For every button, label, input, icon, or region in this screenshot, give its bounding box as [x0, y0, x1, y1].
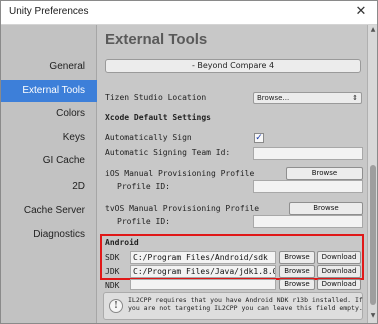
ndk-help-box: ! IL2CPP requires that you have Android …: [103, 292, 363, 320]
xcode-section-heading: Xcode Default Settings: [105, 113, 211, 122]
scrollbar-thumb[interactable]: [370, 165, 376, 305]
scroll-down-icon[interactable]: ▼: [368, 311, 378, 321]
sidebar-item-colors[interactable]: Colors: [1, 103, 97, 125]
close-icon[interactable]: ✕: [353, 4, 369, 20]
page-title: External Tools: [105, 31, 208, 48]
ndk-browse-button[interactable]: Browse: [279, 279, 315, 290]
sidebar-item-diagnostics[interactable]: Diagnostics: [1, 224, 97, 246]
preferences-window: Unity Preferences ✕ General External Too…: [0, 0, 378, 324]
team-id-field[interactable]: [253, 147, 363, 160]
ndk-help-text: IL2CPP requires that you have Android ND…: [128, 296, 363, 312]
team-id-label: Automatic Signing Team Id:: [105, 148, 231, 157]
external-tools-panel: External Tools - Beyond Compare 4 Tizen …: [97, 25, 367, 323]
auto-sign-label: Automatically Sign: [105, 133, 192, 142]
sidebar-item-general[interactable]: General: [1, 56, 97, 78]
android-highlight-box: [100, 234, 364, 280]
updown-arrow-icon: ⇕: [352, 94, 358, 102]
ndk-label: NDK: [105, 281, 120, 290]
tizen-location-label: Tizen Studio Location: [105, 93, 207, 102]
ios-profile-label: iOS Manual Provisioning Profile: [105, 169, 255, 178]
ios-profile-id-label: Profile ID:: [117, 182, 170, 191]
sidebar-item-external-tools[interactable]: External Tools: [1, 80, 97, 102]
tvos-profile-id-field[interactable]: [253, 215, 363, 228]
tvos-profile-browse-button[interactable]: Browse: [289, 202, 363, 215]
sidebar-item-cache-server[interactable]: Cache Server: [1, 200, 97, 222]
ndk-path-field[interactable]: [130, 279, 276, 290]
ios-profile-id-field[interactable]: [253, 180, 363, 193]
sidebar-item-2d[interactable]: 2D: [1, 176, 97, 198]
tvos-profile-label: tvOS Manual Provisioning Profile: [105, 204, 260, 213]
ndk-download-button[interactable]: Download: [317, 279, 361, 290]
tvos-profile-id-label: Profile ID:: [117, 217, 170, 226]
sidebar-item-gi-cache[interactable]: GI Cache: [1, 150, 97, 172]
preferences-sidebar: General External Tools Colors Keys GI Ca…: [1, 25, 97, 323]
title-bar: Unity Preferences ✕: [1, 1, 377, 25]
ios-profile-browse-button[interactable]: Browse: [286, 167, 363, 180]
scroll-up-icon[interactable]: ▲: [368, 25, 378, 35]
tizen-location-dropdown[interactable]: Browse... ⇕: [253, 92, 362, 104]
tizen-dropdown-value: Browse...: [257, 94, 290, 102]
sidebar-item-keys[interactable]: Keys: [1, 127, 97, 149]
info-icon: !: [109, 299, 123, 313]
auto-sign-checkbox[interactable]: ✓: [254, 133, 264, 143]
vertical-scrollbar[interactable]: ▲ ▼: [367, 25, 377, 323]
diff-tool-popup[interactable]: - Beyond Compare 4: [105, 59, 361, 73]
window-title: Unity Preferences: [9, 6, 89, 17]
